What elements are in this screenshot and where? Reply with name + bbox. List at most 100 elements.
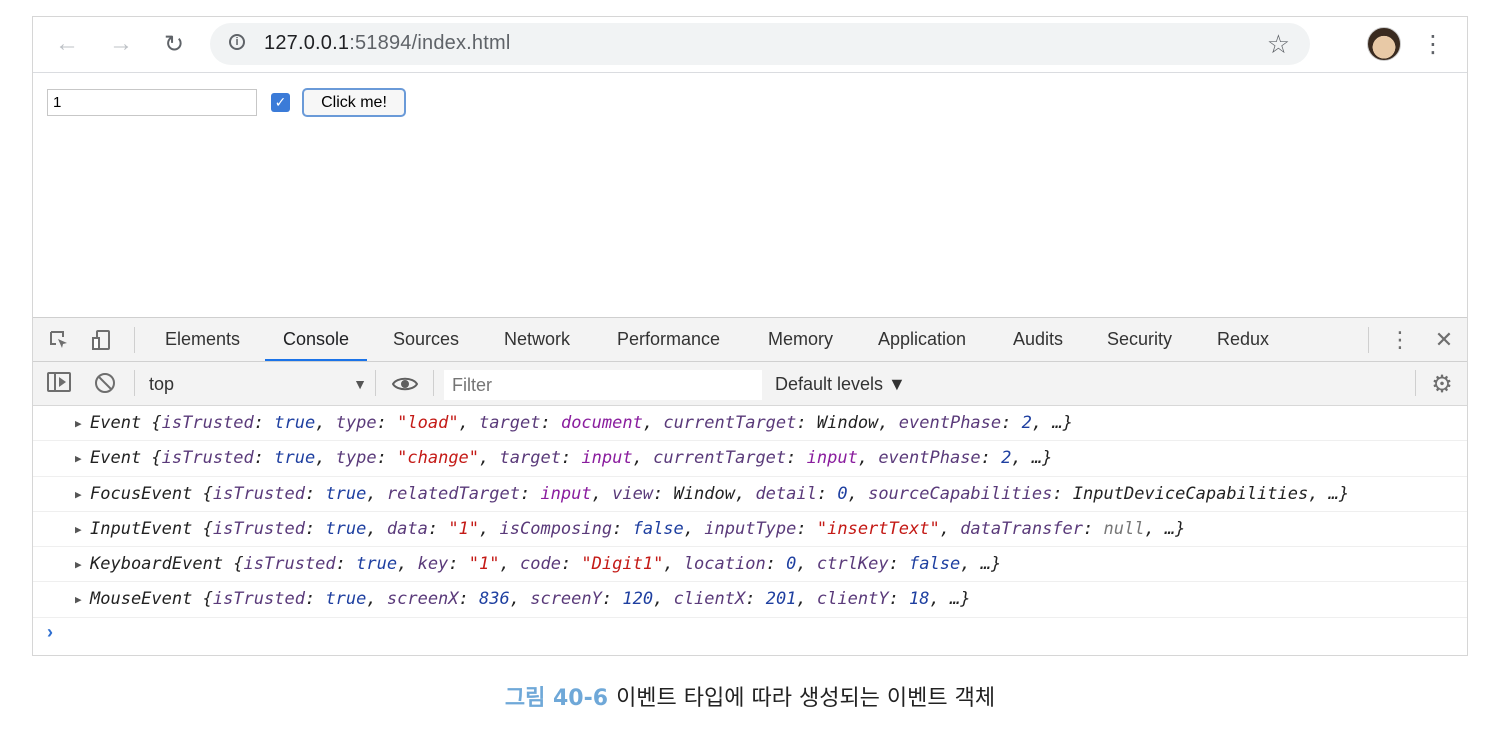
log-token: : [786,448,807,469]
browser-menu-icon[interactable]: ⋮ [1421,28,1445,60]
log-token: : [253,448,275,469]
log-token: : [376,413,398,433]
close-icon[interactable]: ✕ [1432,327,1456,353]
log-token: , [632,448,654,469]
log-token: isTrusted [212,589,305,610]
log-token: isTrusted [243,554,336,575]
log-token: , [796,554,817,575]
log-token: , [857,448,879,469]
tab-network[interactable]: Network [504,318,570,361]
expand-triangle-icon[interactable]: ▶ [75,406,82,441]
tab-security[interactable]: Security [1107,318,1172,361]
text-input[interactable] [47,89,257,116]
console-sidebar-icon[interactable] [47,372,71,392]
expand-triangle-icon[interactable]: ▶ [75,477,82,512]
reload-icon[interactable]: ↻ [158,28,190,60]
log-token: : [519,483,541,504]
log-token: FocusEvent { [90,483,213,504]
tab-elements[interactable]: Elements [165,318,240,361]
log-token: MouseEvent { [90,589,213,610]
log-token: : [458,589,480,610]
log-token: ctrlKey [816,554,889,575]
devtools-menu-icon[interactable]: ⋮ [1388,327,1412,353]
log-token: : [427,518,449,539]
address-bar[interactable]: i 127.0.0.1:51894/index.html ☆ [210,23,1310,65]
tab-console[interactable]: Console [264,318,368,361]
log-token: , [653,589,674,610]
inspect-element-icon[interactable] [47,328,71,352]
log-token: : [601,589,623,610]
console-prompt-icon[interactable]: › [47,622,53,643]
live-expression-eye-icon[interactable] [391,370,419,398]
console-output: ▶ Event {isTrusted: true, type: "load", t… [33,406,1467,655]
forward-arrow-icon[interactable]: → [105,28,137,60]
log-token: , …} [1011,448,1053,469]
log-token: view [612,483,654,504]
log-token: InputDeviceCapabilities [1072,483,1309,504]
url-text[interactable]: 127.0.0.1:51894/index.html [264,32,511,55]
context-select[interactable]: top ▼ [149,370,367,398]
profile-avatar[interactable] [1367,27,1401,61]
log-token: : [796,518,817,539]
log-token: isTrusted [212,483,305,504]
log-token: , [878,413,899,433]
log-token: "load" [397,413,459,433]
console-log-row[interactable]: ▶ MouseEvent {isTrusted: true, screenX: 8… [33,582,1467,618]
log-token: : [376,448,398,469]
expand-triangle-icon[interactable]: ▶ [75,582,82,617]
tab-audits[interactable]: Audits [1013,318,1063,361]
click-me-button[interactable]: Click me! [302,88,406,117]
log-token: inputType [704,518,797,539]
expand-triangle-icon[interactable]: ▶ [75,547,82,582]
log-token: : [796,413,817,433]
log-token: : [612,518,633,539]
log-token: input [581,448,633,469]
console-log-row[interactable]: ▶ KeyboardEvent {isTrusted: true, key: "1… [33,547,1467,583]
log-token: data [386,518,428,539]
page-content: ✓ Click me! [33,73,1467,317]
gear-icon[interactable]: ⚙ [1429,371,1455,398]
tab-application[interactable]: Application [878,318,966,361]
log-token: , [499,554,520,575]
console-log-row[interactable]: ▶ Event {isTrusted: true, type: "load", t… [33,406,1467,442]
tab-memory[interactable]: Memory [768,318,833,361]
console-log-row[interactable]: ▶ FocusEvent {isTrusted: true, relatedTar… [33,477,1467,512]
toolbar-separator [134,327,135,353]
toolbar-separator [1368,327,1369,353]
log-token: KeyboardEvent { [90,554,244,575]
console-log-row[interactable]: ▶ Event {isTrusted: true, type: "change",… [33,441,1467,477]
browser-toolbar: ← → ↻ i 127.0.0.1:51894/index.html ☆ ⋮ [33,17,1467,73]
filter-input[interactable] [444,370,762,400]
expand-triangle-icon[interactable]: ▶ [75,512,82,547]
tab-redux[interactable]: Redux [1217,318,1269,361]
device-toolbar-icon[interactable] [90,328,114,352]
bookmark-star-icon[interactable]: ☆ [1267,29,1290,60]
clear-console-icon[interactable] [95,373,115,393]
checkbox[interactable]: ✓ [271,93,290,112]
log-token: null [1103,518,1145,539]
log-token: , …} [929,589,971,610]
log-token: input [806,448,858,469]
log-token: document [560,413,643,433]
console-log-row[interactable]: ▶ InputEvent {isTrusted: true, data: "1",… [33,512,1467,548]
log-token: 2 [1001,448,1012,469]
log-token: , [847,483,869,504]
log-token: currentTarget [653,448,787,469]
log-token: "change" [397,448,480,469]
devtools-tab-bar: Elements Console Sources Network Performance… [33,318,1467,362]
log-token: , [366,483,387,504]
log-token: 201 [765,589,797,610]
log-token: isTrusted [212,518,305,539]
default-levels-dropdown[interactable]: Default levels ▼ [775,370,906,398]
tab-performance[interactable]: Performance [617,318,720,361]
dropdown-arrow-icon: ▼ [353,376,367,392]
log-token: relatedTarget [386,483,520,504]
back-arrow-icon[interactable]: ← [51,28,83,60]
expand-triangle-icon[interactable]: ▶ [75,441,82,476]
tab-sources[interactable]: Sources [393,318,459,361]
log-token: Event { [90,448,162,469]
log-token: isComposing [499,518,613,539]
log-token: , [397,554,418,575]
info-icon[interactable]: i [229,34,245,50]
log-token: isTrusted [161,448,254,469]
